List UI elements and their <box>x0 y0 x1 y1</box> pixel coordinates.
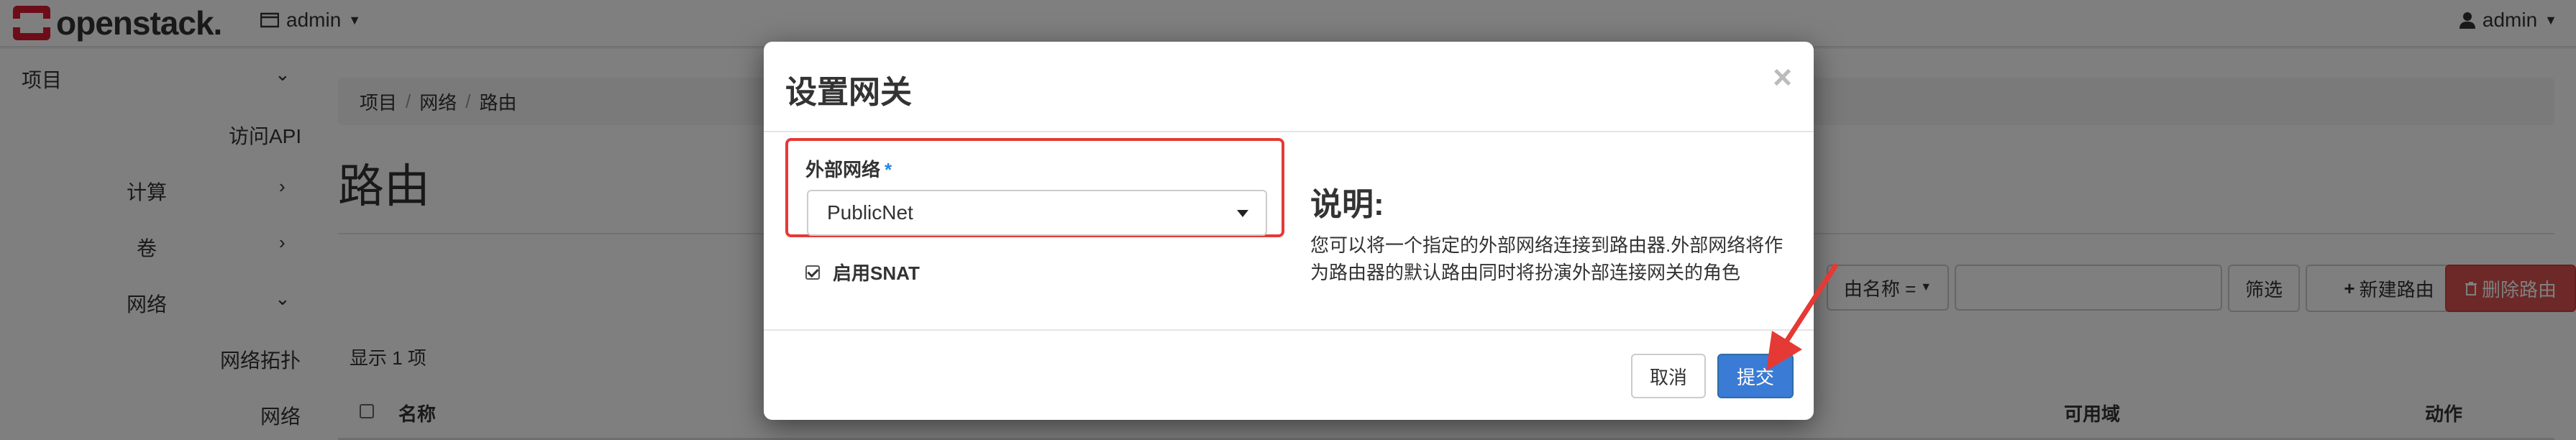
set-gateway-dialog: 设置网关 × 外部网络 * PublicNet 启用SNAT 说明: 您可以将一个… <box>764 42 1814 420</box>
cancel-button[interactable]: 取消 <box>1631 354 1706 398</box>
external-network-select[interactable]: PublicNet <box>807 190 1267 236</box>
caret-down-icon <box>1237 210 1248 217</box>
external-network-label: 外部网络 * <box>805 155 892 182</box>
external-network-label-text: 外部网络 <box>805 159 881 180</box>
external-network-selected-value: PublicNet <box>827 201 913 224</box>
enable-snat-checkbox[interactable] <box>805 265 820 280</box>
dialog-footer: 取消 提交 <box>764 329 1814 420</box>
required-marker: * <box>885 159 892 180</box>
dialog-title: 设置网关 <box>785 75 912 110</box>
dialog-header: 设置网关 × <box>764 42 1814 132</box>
enable-snat-label: 启用SNAT <box>833 262 920 284</box>
enable-snat-option[interactable]: 启用SNAT <box>805 259 920 285</box>
annotation-arrow-icon <box>1766 263 1838 371</box>
close-icon[interactable]: × <box>1773 58 1792 96</box>
description-title: 说明: <box>1310 187 1384 222</box>
description-text: 您可以将一个指定的外部网络连接到路由器.外部网络将作为路由器的默认路由同时将扮演… <box>1310 234 1783 283</box>
cancel-button-label: 取消 <box>1649 366 1687 388</box>
